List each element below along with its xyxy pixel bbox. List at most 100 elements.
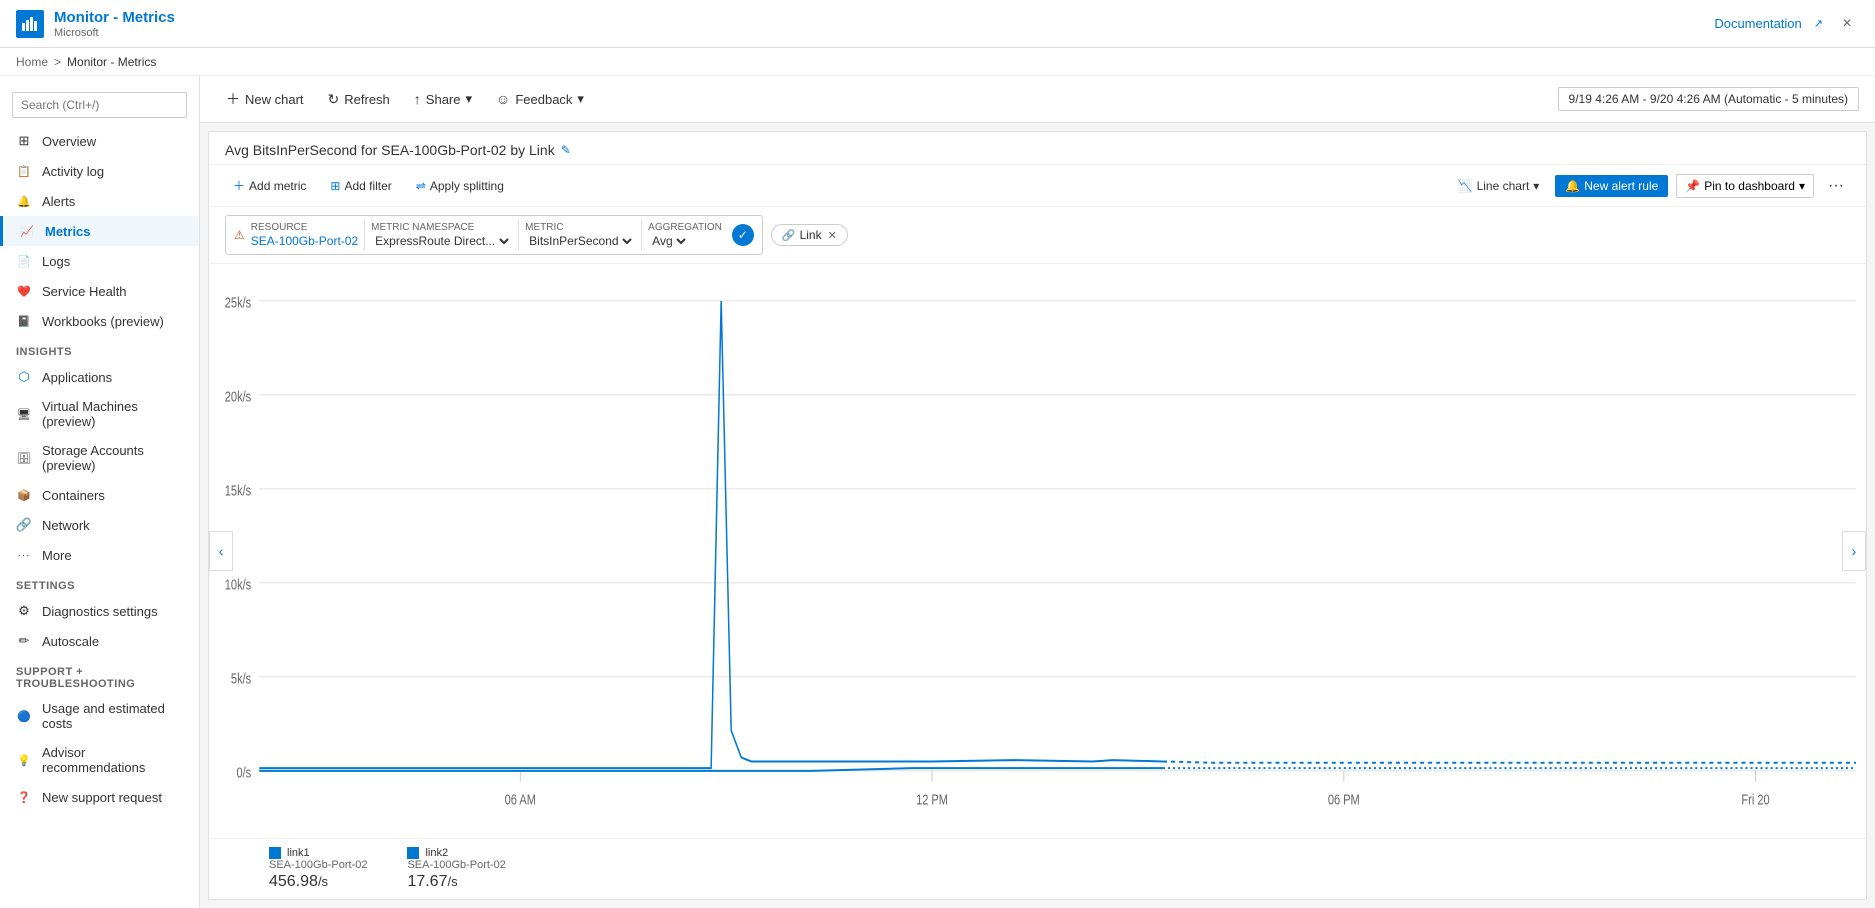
aggregation-select[interactable]: Avg (648, 233, 689, 249)
feedback-button[interactable]: ☺ Feedback ▾ (486, 86, 594, 112)
nav-right-arrow[interactable]: › (1842, 531, 1866, 571)
namespace-select[interactable]: ExpressRoute Direct... (371, 233, 512, 249)
sidebar-item-containers[interactable]: 📦 Containers (0, 480, 199, 510)
breadcrumb-current: Monitor - Metrics (67, 55, 156, 69)
svg-text:15k/s: 15k/s (225, 482, 252, 499)
more-icon: ··· (16, 547, 32, 563)
service-health-icon: ❤️ (16, 283, 32, 299)
refresh-button[interactable]: ↻ Refresh (318, 86, 400, 113)
sidebar-item-label: Advisor recommendations (42, 745, 183, 775)
resource-label: RESOURCE (251, 222, 358, 233)
sidebar-item-label: Network (42, 518, 90, 533)
svg-text:06 AM: 06 AM (505, 791, 536, 808)
sidebar-item-storage-accounts[interactable]: 🗄 Storage Accounts (preview) (0, 436, 199, 480)
app-icon (16, 10, 44, 38)
sidebar-item-overview[interactable]: ⊞ Overview (0, 126, 199, 156)
app-title: Monitor - Metrics Microsoft (54, 9, 175, 39)
sidebar-item-applications[interactable]: ⬡ Applications (0, 362, 199, 392)
virtual-machines-icon: 🖥 (16, 406, 32, 422)
svg-text:0/s: 0/s (236, 764, 251, 781)
edit-title-icon[interactable]: ✎ (561, 143, 571, 157)
chart-type-dropdown-icon: ▾ (1533, 179, 1539, 193)
sidebar-item-logs[interactable]: 📄 Logs (0, 246, 199, 276)
metric-field: METRIC BitsInPerSecond (525, 222, 635, 249)
line-chart-icon: 📉 (1458, 179, 1473, 193)
sidebar-item-alerts[interactable]: 🔔 Alerts (0, 186, 199, 216)
aggregation-label: AGGREGATION (648, 222, 722, 233)
sidebar-item-more[interactable]: ··· More (0, 540, 199, 570)
svg-text:12 PM: 12 PM (916, 791, 948, 808)
share-button[interactable]: ↑ Share ▾ (404, 86, 482, 112)
resource-value[interactable]: SEA-100Gb-Port-02 (251, 234, 358, 248)
sidebar-item-label: Alerts (42, 194, 75, 209)
legend-label-link1: link1 (287, 847, 310, 859)
sidebar-item-label: Service Health (42, 284, 127, 299)
nav-left-arrow[interactable]: ‹ (209, 531, 233, 571)
sidebar-item-label: New support request (42, 790, 162, 805)
metric-divider2 (518, 220, 519, 250)
graph-container: ‹ › 25k/s 20k/s 15k/s 10k/s 5k/s 0/s (209, 264, 1866, 838)
sidebar-item-label: Activity log (42, 164, 104, 179)
sidebar-item-service-health[interactable]: ❤️ Service Health (0, 276, 199, 306)
chart-svg: 25k/s 20k/s 15k/s 10k/s 5k/s 0/s 06 AM 1 (209, 274, 1866, 838)
legend-item-link2: link2 SEA-100Gb-Port-02 17.67/s (407, 847, 505, 891)
toolbar: ＋ New chart ↻ Refresh ↑ Share ▾ ☺ Feedba… (200, 76, 1875, 123)
sidebar-item-usage-costs[interactable]: 🔵 Usage and estimated costs (0, 694, 199, 738)
chart-controls-left: ＋ Add metric ⊞ Add filter ⇌ Apply splitt… (225, 173, 512, 198)
pin-to-dashboard-button[interactable]: 📌 Pin to dashboard ▾ (1676, 174, 1814, 198)
feedback-dropdown-icon: ▾ (577, 91, 584, 107)
doc-link[interactable]: Documentation (1714, 16, 1801, 31)
search-input[interactable] (12, 92, 187, 118)
metric-select[interactable]: BitsInPerSecond (525, 233, 635, 249)
metric-divider3 (641, 220, 642, 250)
confirm-metric-button[interactable]: ✓ (732, 224, 754, 246)
sidebar: ⊞ Overview 📋 Activity log 🔔 Alerts 📈 Met… (0, 76, 200, 908)
chart-controls: ＋ Add metric ⊞ Add filter ⇌ Apply splitt… (209, 165, 1866, 207)
more-options-button[interactable]: ··· (1822, 175, 1850, 197)
legend-sublabel-link1: SEA-100Gb-Port-02 (269, 859, 367, 871)
sidebar-item-metrics[interactable]: 📈 Metrics (0, 216, 199, 246)
metrics-icon: 📈 (19, 223, 35, 239)
warning-icon: ⚠ (234, 228, 245, 242)
sidebar-item-activity-log[interactable]: 📋 Activity log (0, 156, 199, 186)
sidebar-item-network[interactable]: 🔗 Network (0, 510, 199, 540)
apply-splitting-button[interactable]: ⇌ Apply splitting (408, 175, 512, 197)
svg-text:5k/s: 5k/s (231, 670, 252, 687)
sidebar-item-label: Virtual Machines (preview) (42, 399, 183, 429)
breadcrumb: Home > Monitor - Metrics (0, 48, 1875, 76)
sidebar-item-virtual-machines[interactable]: 🖥 Virtual Machines (preview) (0, 392, 199, 436)
metric-group: ⚠ RESOURCE SEA-100Gb-Port-02 METRIC NAME… (225, 215, 763, 255)
sidebar-item-workbooks[interactable]: 📓 Workbooks (preview) (0, 306, 199, 336)
legend-label-row-link1: link1 (269, 847, 367, 859)
sidebar-item-support-request[interactable]: ❓ New support request (0, 782, 199, 812)
toolbar-left: ＋ New chart ↻ Refresh ↑ Share ▾ ☺ Feedba… (216, 84, 594, 114)
autoscale-icon: ✏ (16, 633, 32, 649)
network-icon: 🔗 (16, 517, 32, 533)
close-button[interactable]: × (1835, 12, 1859, 36)
layout: ⊞ Overview 📋 Activity log 🔔 Alerts 📈 Met… (0, 76, 1875, 908)
plus-icon: ＋ (226, 89, 240, 109)
sidebar-item-diagnostics[interactable]: ⚙ Diagnostics settings (0, 596, 199, 626)
sidebar-item-autoscale[interactable]: ✏ Autoscale (0, 626, 199, 656)
remove-link-tag-button[interactable]: ✕ (828, 229, 837, 242)
new-alert-rule-button[interactable]: 🔔 New alert rule (1555, 175, 1668, 197)
breadcrumb-home[interactable]: Home (16, 55, 48, 69)
sidebar-item-label: Diagnostics settings (42, 604, 158, 619)
bell-icon: 🔔 (1565, 179, 1580, 193)
activity-log-icon: 📋 (16, 163, 32, 179)
external-link-icon: ↗ (1814, 17, 1823, 30)
containers-icon: 📦 (16, 487, 32, 503)
chart-type-selector[interactable]: 📉 Line chart ▾ (1450, 175, 1548, 197)
metric-divider (364, 220, 365, 250)
add-filter-button[interactable]: ⊞ Add filter (322, 175, 399, 197)
legend-color-link2 (407, 847, 419, 859)
sidebar-item-advisor[interactable]: 💡 Advisor recommendations (0, 738, 199, 782)
new-chart-button[interactable]: ＋ New chart (216, 84, 314, 114)
pin-dropdown-icon: ▾ (1799, 179, 1805, 193)
metric-selector-row: ⚠ RESOURCE SEA-100Gb-Port-02 METRIC NAME… (209, 207, 1866, 264)
namespace-label: METRIC NAMESPACE (371, 222, 512, 233)
breadcrumb-separator: > (54, 55, 61, 69)
add-metric-button[interactable]: ＋ Add metric (225, 173, 314, 198)
time-range-selector[interactable]: 9/19 4:26 AM - 9/20 4:26 AM (Automatic -… (1558, 87, 1859, 111)
legend-sublabel-link2: SEA-100Gb-Port-02 (407, 859, 505, 871)
